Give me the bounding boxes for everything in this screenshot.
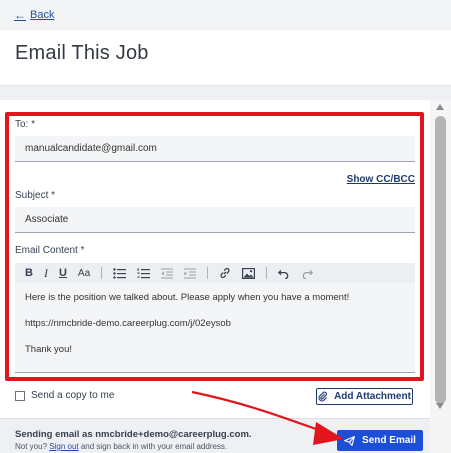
italic-button[interactable]: I <box>44 265 48 281</box>
toolbar-divider <box>207 267 209 279</box>
email-content-editor[interactable]: Here is the position we talked about. Pl… <box>15 283 415 373</box>
email-body-line: Thank you! <box>25 344 72 355</box>
paper-plane-icon <box>344 435 355 446</box>
toolbar-divider <box>266 267 268 279</box>
underline-button[interactable]: U <box>59 265 67 281</box>
page-title: Email This Job <box>15 42 149 64</box>
numbered-list-icon[interactable] <box>137 265 151 281</box>
page-header: Email This Job <box>0 30 451 86</box>
editor-toolbar: B I U Aa <box>15 263 415 283</box>
sending-as-text: Sending email as nmcbride+demo@careerplu… <box>15 429 252 440</box>
back-label: Back <box>30 9 55 21</box>
send-email-button[interactable]: Send Email <box>337 430 423 451</box>
send-email-label: Send Email <box>362 435 416 446</box>
link-icon[interactable] <box>219 265 231 281</box>
subject-field[interactable]: Associate <box>15 207 415 233</box>
not-you-suffix: and sign back in with your email address… <box>80 442 228 451</box>
show-cc-bcc-link[interactable]: Show CC/BCC <box>347 174 415 185</box>
sign-out-link[interactable]: Sign out <box>49 442 78 451</box>
bullet-list-icon[interactable] <box>113 265 127 281</box>
add-attachment-button[interactable]: Add Attachment <box>316 388 413 405</box>
image-icon[interactable] <box>242 265 256 281</box>
paperclip-icon <box>318 391 327 402</box>
indent-icon[interactable] <box>184 265 197 281</box>
send-copy-label: Send a copy to me <box>31 390 115 401</box>
to-label: To: * <box>15 119 36 130</box>
scroll-up-arrow-icon[interactable] <box>436 104 444 110</box>
scroll-down-arrow-icon[interactable] <box>436 403 444 409</box>
subject-label: Subject * <box>15 190 56 201</box>
top-bar: ← Back <box>0 0 451 30</box>
email-job-screen: ← Back Email This Job To: * manualcandid… <box>0 0 451 453</box>
outdent-icon[interactable] <box>161 265 174 281</box>
send-copy-checkbox[interactable] <box>15 390 25 401</box>
scrollbar[interactable] <box>430 100 451 453</box>
back-link[interactable]: ← Back <box>14 8 54 22</box>
to-field[interactable]: manualcandidate@gmail.com <box>15 136 415 162</box>
send-copy-row: Send a copy to me <box>15 390 114 401</box>
email-body-link: https://nmcbride-demo.careerplug.com/j/0… <box>25 318 231 329</box>
bold-button[interactable]: B <box>25 265 33 281</box>
scrollbar-thumb[interactable] <box>435 116 446 404</box>
email-form: To: * manualcandidate@gmail.com Show CC/… <box>0 100 430 425</box>
undo-icon[interactable] <box>278 265 290 281</box>
toolbar-divider <box>101 267 103 279</box>
email-content-label: Email Content * <box>15 245 85 256</box>
not-you-prefix: Not you? <box>15 442 48 451</box>
email-body-line: Here is the position we talked about. Pl… <box>25 292 350 303</box>
header-gap <box>0 86 451 100</box>
email-footer: Sending email as nmcbride+demo@careerplu… <box>0 418 430 453</box>
arrow-left-icon: ← <box>14 8 26 22</box>
not-you-text: Not you? Sign out and sign back in with … <box>15 442 227 451</box>
font-size-button[interactable]: Aa <box>78 265 90 281</box>
add-attachment-label: Add Attachment <box>334 391 411 402</box>
redo-icon[interactable] <box>301 265 314 281</box>
